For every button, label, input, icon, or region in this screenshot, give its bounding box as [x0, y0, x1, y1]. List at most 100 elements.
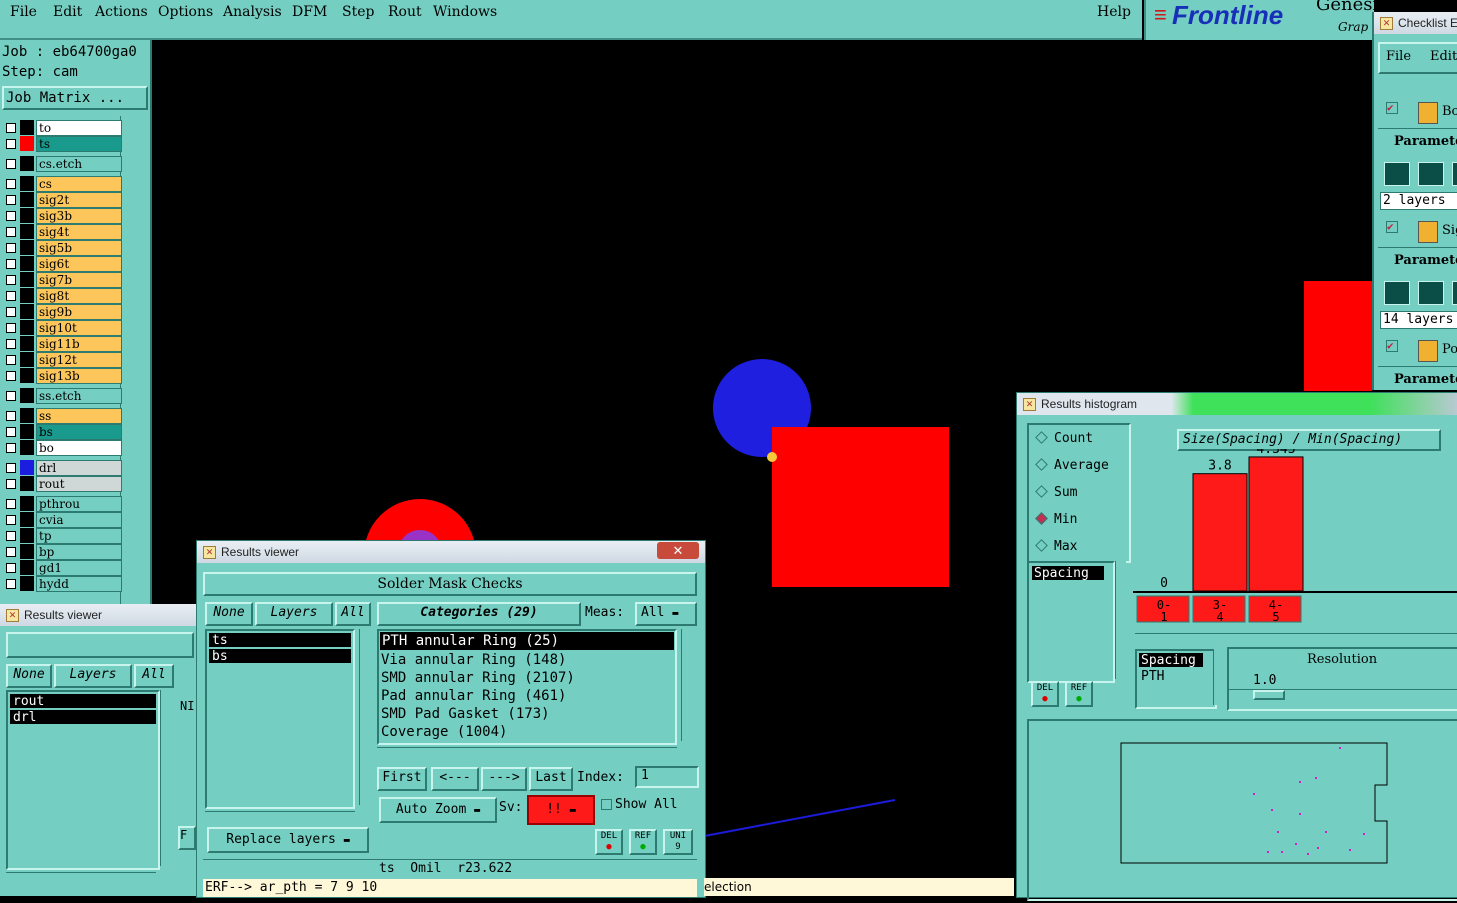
- layer-color-swatch[interactable]: [20, 240, 34, 255]
- layer-name[interactable]: sig10t: [36, 320, 122, 336]
- mode-radio[interactable]: Count: [1029, 425, 1129, 452]
- layer-checkbox[interactable]: [6, 259, 16, 269]
- layer-name[interactable]: sig8t: [36, 288, 122, 304]
- checklist-check-icon[interactable]: ✔: [1386, 340, 1398, 352]
- layer-checkbox[interactable]: [6, 427, 16, 437]
- layer-checkbox[interactable]: [6, 307, 16, 317]
- layer-name[interactable]: sig11b: [36, 336, 122, 352]
- layer-list-scrollbar[interactable]: [120, 116, 149, 606]
- small-none-button[interactable]: None: [6, 664, 52, 688]
- layer-color-swatch[interactable]: [20, 476, 34, 491]
- layer-row[interactable]: sig8t: [0, 288, 122, 304]
- layer-color-swatch[interactable]: [20, 192, 34, 207]
- layer-checkbox[interactable]: [6, 355, 16, 365]
- small-list-item[interactable]: drl: [10, 710, 156, 725]
- layer-checkbox[interactable]: [6, 227, 16, 237]
- category-item[interactable]: Coverage (1004): [379, 723, 675, 741]
- layer-row[interactable]: sig7b: [0, 272, 122, 288]
- layer-list-scrollbar[interactable]: [359, 629, 370, 805]
- layer-color-swatch[interactable]: [20, 208, 34, 223]
- hist-del-button[interactable]: DEL ●: [1031, 681, 1059, 707]
- layer-name[interactable]: hydd: [36, 576, 122, 592]
- layer-color-swatch[interactable]: [20, 496, 34, 511]
- menu-rout[interactable]: Rout: [388, 4, 422, 20]
- index-input[interactable]: 1: [635, 766, 699, 788]
- layer-list-item[interactable]: bs: [209, 649, 351, 664]
- hist-list2[interactable]: Spacing PTH: [1135, 649, 1217, 709]
- layer-checkbox[interactable]: [6, 579, 16, 589]
- layer-color-swatch[interactable]: [20, 120, 34, 135]
- checklist-parameters[interactable]: Parameter: [1378, 134, 1457, 154]
- layer-checkbox[interactable]: [6, 211, 16, 221]
- layer-color-swatch[interactable]: [20, 408, 34, 423]
- hist-list2-item[interactable]: Spacing: [1139, 653, 1203, 668]
- menu-options[interactable]: Options: [158, 4, 213, 20]
- layer-checkbox[interactable]: [6, 391, 16, 401]
- category-item[interactable]: PTH annular Ring (25): [380, 632, 674, 650]
- layer-color-swatch[interactable]: [20, 576, 34, 591]
- layer-row[interactable]: sig10t: [0, 320, 122, 336]
- layer-name[interactable]: tp: [36, 528, 122, 544]
- first-button[interactable]: First: [377, 767, 427, 791]
- checklist-parameters[interactable]: Parameter: [1378, 372, 1457, 392]
- small-layer-listbox[interactable]: rout drl: [6, 690, 160, 870]
- layer-checkbox[interactable]: [6, 179, 16, 189]
- layer-color-swatch[interactable]: [20, 256, 34, 271]
- layer-checkbox[interactable]: [6, 139, 16, 149]
- layer-row[interactable]: sig2t: [0, 192, 122, 208]
- layer-checkbox[interactable]: [6, 159, 16, 169]
- layer-checkbox[interactable]: [6, 479, 16, 489]
- show-all-checkbox[interactable]: [601, 799, 612, 810]
- layer-checkbox[interactable]: [6, 195, 16, 205]
- layer-list-item[interactable]: ts: [209, 633, 351, 648]
- severity-select[interactable]: !! ▬: [527, 795, 595, 825]
- results-viewer-titlebar[interactable]: ✕ Results viewer ✕: [197, 541, 705, 563]
- checklist-run-icon[interactable]: [1418, 281, 1444, 305]
- layer-row[interactable]: rout: [0, 476, 122, 492]
- layer-checkbox[interactable]: [6, 371, 16, 381]
- menu-step[interactable]: Step: [342, 4, 374, 20]
- layer-checkbox[interactable]: [6, 323, 16, 333]
- resolution-slider-thumb[interactable]: [1253, 690, 1285, 700]
- mode-radio[interactable]: Max: [1029, 533, 1129, 560]
- layer-color-swatch[interactable]: [20, 288, 34, 303]
- layer-name[interactable]: rout: [36, 476, 122, 492]
- layer-name[interactable]: cvia: [36, 512, 122, 528]
- small-layers-button[interactable]: Layers: [54, 664, 132, 688]
- layer-color-swatch[interactable]: [20, 336, 34, 351]
- layer-row[interactable]: sig4t: [0, 224, 122, 240]
- category-item[interactable]: SMD annular Ring (2107): [379, 669, 675, 687]
- categories-listbox[interactable]: PTH annular Ring (25) Via annular Ring (1…: [377, 629, 677, 745]
- checklist-titlebar[interactable]: ✕ Checklist E: [1374, 12, 1457, 34]
- results-viewer-small-titlebar[interactable]: ✕ Results viewer: [0, 604, 196, 626]
- all-button[interactable]: All: [335, 602, 371, 626]
- layer-row[interactable]: sig13b: [0, 368, 122, 384]
- checklist-run-icon[interactable]: [1418, 162, 1444, 186]
- small-hscrollbar[interactable]: [6, 872, 156, 883]
- layer-name[interactable]: sig2t: [36, 192, 122, 208]
- layer-color-swatch[interactable]: [20, 304, 34, 319]
- layer-name[interactable]: sig13b: [36, 368, 122, 384]
- layer-color-swatch[interactable]: [20, 272, 34, 287]
- checklist-menu-file[interactable]: File: [1386, 49, 1411, 64]
- checklist-run-icon[interactable]: [1452, 281, 1457, 305]
- layer-name[interactable]: ss.etch: [36, 388, 122, 404]
- menu-windows[interactable]: Windows: [433, 4, 497, 20]
- category-item[interactable]: SMD Pad Gasket (173): [379, 705, 675, 723]
- categories-button[interactable]: Categories (29): [377, 602, 581, 626]
- checklist-run-icon[interactable]: [1384, 162, 1410, 186]
- categories-scrollbar[interactable]: [681, 629, 692, 741]
- next-button[interactable]: --->: [481, 767, 527, 791]
- layer-name[interactable]: sig4t: [36, 224, 122, 240]
- layer-color-swatch[interactable]: [20, 460, 34, 475]
- checklist-run-icon[interactable]: [1452, 162, 1457, 186]
- menu-file[interactable]: File: [10, 4, 37, 20]
- layer-color-swatch[interactable]: [20, 368, 34, 383]
- layer-checkbox[interactable]: [6, 243, 16, 253]
- category-item[interactable]: Via annular Ring (148): [379, 651, 675, 669]
- layer-name[interactable]: sig5b: [36, 240, 122, 256]
- unit-button[interactable]: UNI 9: [663, 829, 693, 855]
- layer-color-swatch[interactable]: [20, 176, 34, 191]
- layer-row[interactable]: bs: [0, 424, 122, 440]
- del-button[interactable]: DEL ●: [595, 829, 623, 855]
